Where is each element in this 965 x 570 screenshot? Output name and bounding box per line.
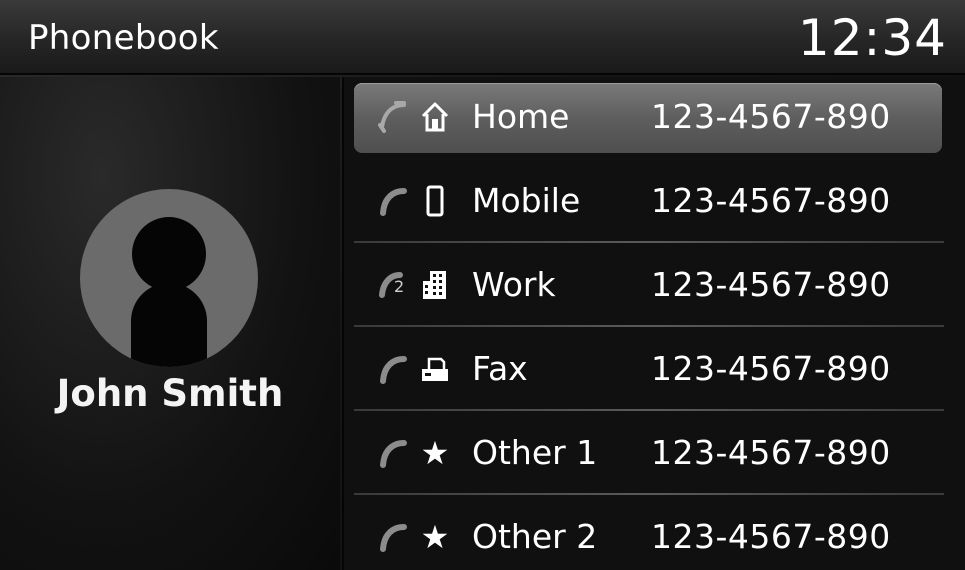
number-list: Home 123-4567-890 Mobile 123-4567-890 2 xyxy=(342,77,965,570)
phone-number: 123-4567-890 xyxy=(651,97,891,136)
row-divider xyxy=(354,493,944,495)
handset-icon xyxy=(380,440,407,468)
contact-name: John Smith xyxy=(56,372,284,415)
star-icon: ★ xyxy=(420,434,450,472)
avatar-body xyxy=(131,283,207,367)
number-label: Other 2 xyxy=(472,517,598,556)
line-badge: 2 xyxy=(394,277,405,296)
page-title: Phonebook xyxy=(28,18,219,58)
number-row-home[interactable]: Home 123-4567-890 xyxy=(344,77,944,159)
number-label: Other 1 xyxy=(472,433,598,472)
phone-number: 123-4567-890 xyxy=(651,349,891,388)
person-silhouette-icon xyxy=(80,189,258,367)
phone-number: 123-4567-890 xyxy=(651,433,891,472)
number-row-other-2[interactable]: ★ Other 2 123-4567-890 xyxy=(344,497,944,570)
number-row-other-1[interactable]: ★ Other 1 123-4567-890 xyxy=(344,413,944,495)
phone-number: 123-4567-890 xyxy=(651,181,891,220)
number-label: Mobile xyxy=(472,181,581,220)
number-row-work[interactable]: 2 Work 123-4567-890 xyxy=(344,245,944,327)
clock: 12:34 xyxy=(797,9,947,67)
star-icon: ★ xyxy=(420,518,450,556)
avatar-head xyxy=(132,217,206,291)
mobile-phone-icon xyxy=(426,185,444,217)
fax-icon xyxy=(422,357,448,381)
header-bar: Phonebook 12:34 xyxy=(0,0,965,75)
handset-icon xyxy=(380,356,407,384)
phone-number: 123-4567-890 xyxy=(651,517,891,556)
number-label: Home xyxy=(472,97,570,136)
phone-number: 123-4567-890 xyxy=(651,265,891,304)
row-divider xyxy=(354,325,944,327)
contact-panel: John Smith xyxy=(0,77,340,570)
row-divider xyxy=(354,241,944,243)
house-icon xyxy=(421,102,449,132)
row-divider xyxy=(354,409,944,411)
number-label: Work xyxy=(472,265,556,304)
phonebook-screen: Phonebook 12:34 John Smith Home 123-4567… xyxy=(0,0,965,570)
number-row-mobile[interactable]: Mobile 123-4567-890 xyxy=(344,161,944,243)
number-row-fax[interactable]: Fax 123-4567-890 xyxy=(344,329,944,411)
office-building-icon xyxy=(423,271,446,299)
handset-icon xyxy=(380,188,407,216)
handset-icon xyxy=(378,101,406,133)
number-label: Fax xyxy=(472,349,528,388)
handset-icon xyxy=(380,524,407,552)
